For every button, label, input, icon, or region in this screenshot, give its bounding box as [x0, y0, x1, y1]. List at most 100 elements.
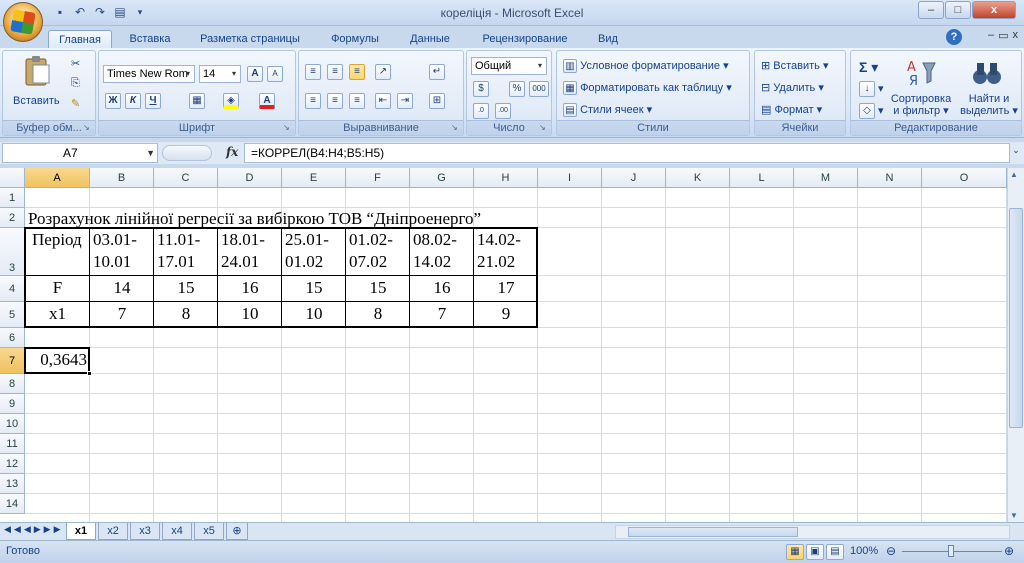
zoom-out-icon[interactable]: ⊖	[886, 544, 896, 558]
scroll-down-icon[interactable]: ▼	[1010, 511, 1018, 520]
format-painter-icon[interactable]: ✎	[71, 97, 80, 110]
autosum-button[interactable]: Σ ▾	[859, 59, 878, 76]
bold-button[interactable]: Ж	[105, 93, 121, 109]
format-cells-button[interactable]: ▤ Формат ▾	[761, 103, 822, 116]
wrap-text-icon[interactable]: ↵	[429, 64, 445, 80]
office-button[interactable]	[3, 2, 43, 42]
align-right-icon[interactable]: ≡	[349, 93, 365, 109]
insert-sheet-icon[interactable]: ⊕	[226, 523, 248, 540]
column-header-b[interactable]: B	[90, 168, 154, 188]
decrease-indent-icon[interactable]: ⇤	[375, 93, 391, 109]
column-header-o[interactable]: O	[922, 168, 1007, 188]
column-header-m[interactable]: M	[794, 168, 858, 188]
decrease-decimal-icon[interactable]: .00	[495, 103, 511, 119]
cut-icon[interactable]: ✂	[71, 57, 80, 70]
grow-font-button[interactable]: A	[247, 66, 263, 82]
clear-icon[interactable]: ◇ ▾	[859, 103, 884, 119]
column-header-k[interactable]: K	[666, 168, 730, 188]
row-header-8[interactable]: 8	[0, 374, 25, 394]
row-header-1[interactable]: 1	[0, 188, 25, 208]
horizontal-scroll-thumb[interactable]	[628, 527, 798, 537]
cell-styles-button[interactable]: ▤ Стили ячеек ▾	[563, 103, 652, 118]
column-header-f[interactable]: F	[346, 168, 410, 188]
doc-close-icon[interactable]: x	[1013, 29, 1019, 42]
insert-function-icon[interactable]: fx	[226, 145, 238, 159]
column-header-a[interactable]: A	[25, 168, 90, 188]
italic-button[interactable]: К	[125, 93, 141, 109]
column-header-e[interactable]: E	[282, 168, 346, 188]
fill-handle[interactable]	[87, 371, 92, 376]
increase-decimal-icon[interactable]: .0	[473, 103, 489, 119]
font-launcher-icon[interactable]: ↘	[283, 123, 293, 133]
font-size-combobox[interactable]: 14 ▾	[199, 65, 241, 83]
delete-cells-button[interactable]: ⊟ Удалить ▾	[761, 81, 824, 94]
sort-filter-icon[interactable]: АЯ	[905, 57, 937, 89]
binoculars-icon[interactable]	[971, 57, 1003, 89]
align-left-icon[interactable]: ≡	[305, 93, 321, 109]
percent-button[interactable]: %	[509, 81, 525, 97]
row-header-10[interactable]: 10	[0, 414, 25, 434]
column-header-i[interactable]: I	[538, 168, 602, 188]
tab-data[interactable]: Данные	[400, 30, 460, 48]
column-header-h[interactable]: H	[474, 168, 538, 188]
zoom-slider-thumb[interactable]	[948, 545, 954, 557]
formula-splitter[interactable]	[162, 145, 212, 161]
row-header-12[interactable]: 12	[0, 454, 25, 474]
row-header-6[interactable]: 6	[0, 328, 25, 348]
thousands-button[interactable]: 000	[529, 81, 549, 97]
sheet-tab-x4[interactable]: x4	[162, 523, 192, 540]
fill-color-icon[interactable]: ◈	[223, 93, 239, 109]
orientation-icon[interactable]: ↗	[375, 64, 391, 80]
normal-view-icon[interactable]: ▦	[786, 544, 804, 560]
row-header-7[interactable]: 7	[0, 348, 25, 374]
format-as-table-button[interactable]: ▦ Форматировать как таблицу ▾	[563, 81, 732, 96]
clipboard-launcher-icon[interactable]: ↘	[83, 123, 93, 133]
sheet-tab-x2[interactable]: x2	[98, 523, 128, 540]
doc-minimize-icon[interactable]: –	[988, 29, 994, 42]
font-color-icon[interactable]: A	[259, 93, 275, 109]
tab-view[interactable]: Вид	[588, 30, 628, 48]
page-layout-view-icon[interactable]: ▣	[806, 544, 824, 560]
formula-input[interactable]: =КОРРЕЛ(B4:H4;B5:H5)	[244, 143, 1010, 163]
sheet-nav-arrows-icon[interactable]: ◀◀◀▶▶▶	[4, 524, 64, 535]
font-name-combobox[interactable]: Times New Rom ▾	[103, 65, 195, 83]
name-box[interactable]: A7 ▼	[2, 143, 158, 163]
row-header-14[interactable]: 14	[0, 494, 25, 514]
fill-icon[interactable]: ↓ ▾	[859, 81, 884, 97]
conditional-formatting-button[interactable]: ▥ Условное форматирование ▾	[563, 59, 729, 74]
find-select-button[interactable]: Найти и выделить ▾	[957, 93, 1021, 117]
align-middle-icon[interactable]: ≡	[327, 64, 343, 80]
align-bottom-icon[interactable]: ≡	[349, 64, 365, 80]
zoom-level[interactable]: 100%	[850, 545, 878, 557]
tab-page-layout[interactable]: Разметка страницы	[190, 30, 310, 48]
tab-insert[interactable]: Вставка	[120, 30, 180, 48]
paste-button[interactable]: Вставить	[13, 95, 60, 107]
sort-filter-button[interactable]: Сортировка и фильтр ▾	[887, 93, 955, 117]
align-top-icon[interactable]: ≡	[305, 64, 321, 80]
row-header-5[interactable]: 5	[0, 302, 25, 328]
column-header-c[interactable]: C	[154, 168, 218, 188]
column-header-g[interactable]: G	[410, 168, 474, 188]
align-center-icon[interactable]: ≡	[327, 93, 343, 109]
maximize-button[interactable]: □	[945, 1, 971, 19]
row-header-13[interactable]: 13	[0, 474, 25, 494]
tab-formulas[interactable]: Формулы	[322, 30, 388, 48]
column-header-l[interactable]: L	[730, 168, 794, 188]
alignment-launcher-icon[interactable]: ↘	[451, 123, 461, 133]
row-header-4[interactable]: 4	[0, 276, 25, 302]
tab-review[interactable]: Рецензирование	[470, 30, 580, 48]
sheet-tab-x5[interactable]: x5	[194, 523, 224, 540]
select-all-corner[interactable]	[0, 168, 25, 188]
insert-cells-button[interactable]: ⊞ Вставить ▾	[761, 59, 829, 72]
row-header-2[interactable]: 2	[0, 208, 25, 228]
help-icon[interactable]: ?	[946, 29, 962, 45]
shrink-font-button[interactable]: A	[267, 66, 283, 82]
borders-icon[interactable]: ▦	[189, 93, 205, 109]
column-header-n[interactable]: N	[858, 168, 922, 188]
column-header-j[interactable]: J	[602, 168, 666, 188]
expand-formula-icon[interactable]: ⌄	[1010, 145, 1022, 161]
row-header-9[interactable]: 9	[0, 394, 25, 414]
sheet-tab-x3[interactable]: x3	[130, 523, 160, 540]
merge-center-icon[interactable]: ⊞	[429, 93, 445, 109]
paste-icon[interactable]	[21, 55, 53, 87]
